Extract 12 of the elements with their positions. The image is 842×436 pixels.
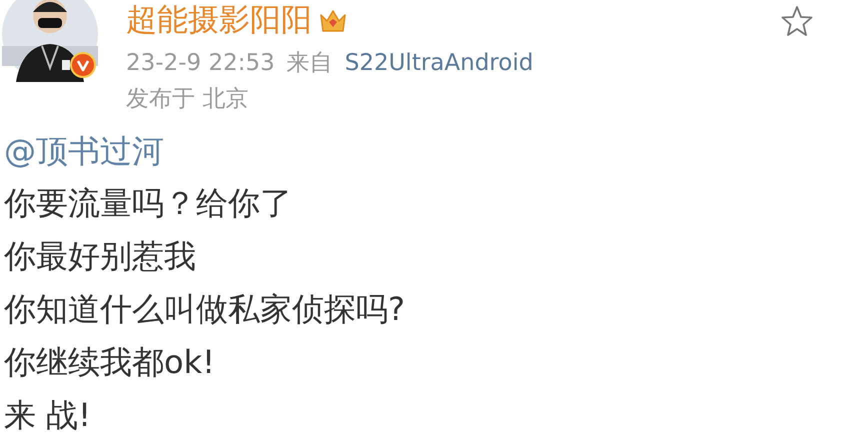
post-time: 23-2-9 22:53 [126,49,275,78]
post-location: 发布于 北京 [126,85,250,114]
post-text: 你知道什么叫做私家侦探吗? [4,289,406,330]
post-text: 你最好别惹我 [4,236,197,277]
source-label: 来自 [286,49,333,78]
source-link[interactable]: S22UltraAndroid [344,47,534,79]
star-icon[interactable] [780,4,814,38]
user-name[interactable]: 超能摄影阳阳 [126,0,312,40]
mention-link[interactable]: @顶书过河 [4,125,164,177]
post-text: 你继续我都ok! [4,342,216,383]
post-text: 来 战! [4,395,92,436]
post-text: 你要流量吗？给你了 [4,183,293,224]
